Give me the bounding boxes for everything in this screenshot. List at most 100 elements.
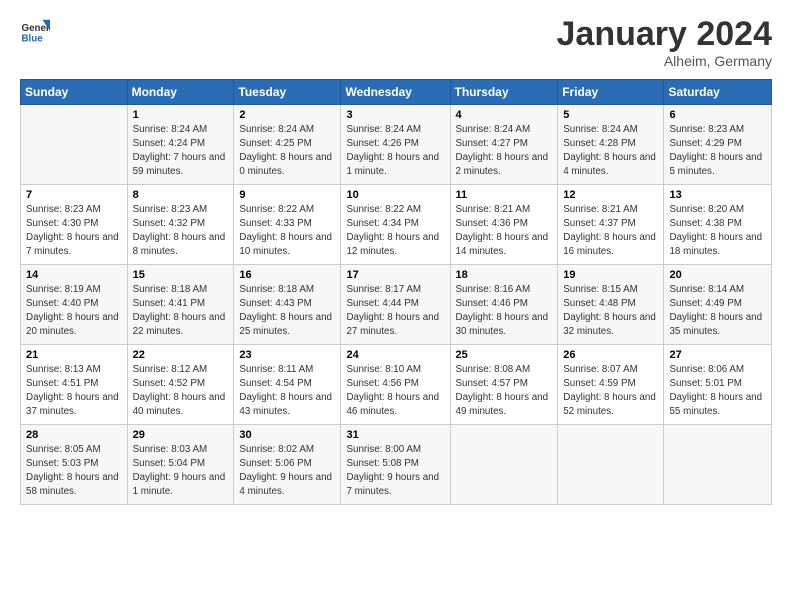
day-info: Sunrise: 8:17 AMSunset: 4:44 PMDaylight:… bbox=[346, 283, 444, 338]
table-row: 11 Sunrise: 8:21 AMSunset: 4:36 PMDayligh… bbox=[450, 185, 558, 265]
table-row: 7Sunrise: 8:23 AMSunset: 4:30 PMDaylight… bbox=[21, 185, 128, 265]
day-info: Sunrise: 8:22 AMSunset: 4:33 PMDaylight:… bbox=[239, 203, 335, 258]
day-number: 1 bbox=[133, 109, 229, 121]
table-row: 26 Sunrise: 8:07 AMSunset: 4:59 PMDayligh… bbox=[558, 345, 664, 425]
table-row: 24Sunrise: 8:10 AMSunset: 4:56 PMDayligh… bbox=[341, 345, 450, 425]
day-number: 5 bbox=[563, 109, 658, 121]
day-number: 10 bbox=[346, 189, 444, 201]
table-row: 25Sunrise: 8:08 AMSunset: 4:57 PMDayligh… bbox=[450, 345, 558, 425]
logo-icon: General Blue bbox=[20, 16, 50, 46]
day-number: 2 bbox=[239, 109, 335, 121]
day-number: 26 bbox=[563, 349, 658, 361]
table-row: 16 Sunrise: 8:18 AMSunset: 4:43 PMDayligh… bbox=[234, 265, 341, 345]
day-number: 3 bbox=[346, 109, 444, 121]
day-info: Sunrise: 8:10 AMSunset: 4:56 PMDaylight:… bbox=[346, 363, 444, 418]
calendar-table: Sunday Monday Tuesday Wednesday Thursday… bbox=[20, 79, 772, 505]
svg-text:General: General bbox=[22, 23, 51, 34]
table-row: 20 Sunrise: 8:14 AMSunset: 4:49 PMDayligh… bbox=[664, 265, 772, 345]
day-number: 7 bbox=[26, 189, 122, 201]
day-info: Sunrise: 8:24 AMSunset: 4:24 PMDaylight:… bbox=[133, 123, 229, 178]
day-info: Sunrise: 8:08 AMSunset: 4:57 PMDaylight:… bbox=[456, 363, 553, 418]
day-info: Sunrise: 8:24 AMSunset: 4:25 PMDaylight:… bbox=[239, 123, 335, 178]
table-row: 12Sunrise: 8:21 AMSunset: 4:37 PMDayligh… bbox=[558, 185, 664, 265]
day-number: 31 bbox=[346, 429, 444, 441]
col-friday: Friday bbox=[558, 80, 664, 105]
table-row: 21 Sunrise: 8:13 AMSunset: 4:51 PMDayligh… bbox=[21, 345, 128, 425]
table-row: 31 Sunrise: 8:00 AMSunset: 5:08 PMDayligh… bbox=[341, 425, 450, 505]
calendar-week-0: 1 Sunrise: 8:24 AMSunset: 4:24 PMDaylight… bbox=[21, 105, 772, 185]
day-number: 22 bbox=[133, 349, 229, 361]
header: General Blue January 2024 Alheim, German… bbox=[20, 16, 772, 69]
day-info: Sunrise: 8:21 AMSunset: 4:36 PMDaylight:… bbox=[456, 203, 553, 258]
day-info: Sunrise: 8:18 AMSunset: 4:41 PMDaylight:… bbox=[133, 283, 229, 338]
col-tuesday: Tuesday bbox=[234, 80, 341, 105]
day-number: 20 bbox=[669, 269, 766, 281]
day-info: Sunrise: 8:05 AMSunset: 5:03 PMDaylight:… bbox=[26, 443, 122, 498]
location: Alheim, Germany bbox=[557, 53, 773, 69]
day-number: 6 bbox=[669, 109, 766, 121]
day-info: Sunrise: 8:12 AMSunset: 4:52 PMDaylight:… bbox=[133, 363, 229, 418]
day-number: 23 bbox=[239, 349, 335, 361]
table-row: 4Sunrise: 8:24 AMSunset: 4:27 PMDaylight… bbox=[450, 105, 558, 185]
day-info: Sunrise: 8:23 AMSunset: 4:32 PMDaylight:… bbox=[133, 203, 229, 258]
col-wednesday: Wednesday bbox=[341, 80, 450, 105]
table-row: 3 Sunrise: 8:24 AMSunset: 4:26 PMDaylight… bbox=[341, 105, 450, 185]
table-row: 2 Sunrise: 8:24 AMSunset: 4:25 PMDaylight… bbox=[234, 105, 341, 185]
month-title: January 2024 bbox=[557, 16, 773, 53]
table-row: 29Sunrise: 8:03 AMSunset: 5:04 PMDayligh… bbox=[127, 425, 234, 505]
table-row bbox=[21, 105, 128, 185]
day-info: Sunrise: 8:18 AMSunset: 4:43 PMDaylight:… bbox=[239, 283, 335, 338]
table-row: 17 Sunrise: 8:17 AMSunset: 4:44 PMDayligh… bbox=[341, 265, 450, 345]
day-info: Sunrise: 8:21 AMSunset: 4:37 PMDaylight:… bbox=[563, 203, 658, 258]
day-info: Sunrise: 8:13 AMSunset: 4:51 PMDaylight:… bbox=[26, 363, 122, 418]
day-info: Sunrise: 8:15 AMSunset: 4:48 PMDaylight:… bbox=[563, 283, 658, 338]
col-monday: Monday bbox=[127, 80, 234, 105]
table-row bbox=[558, 425, 664, 505]
day-info: Sunrise: 8:24 AMSunset: 4:26 PMDaylight:… bbox=[346, 123, 444, 178]
svg-text:Blue: Blue bbox=[22, 34, 44, 45]
day-number: 21 bbox=[26, 349, 122, 361]
page: General Blue January 2024 Alheim, German… bbox=[0, 0, 792, 612]
day-info: Sunrise: 8:23 AMSunset: 4:29 PMDaylight:… bbox=[669, 123, 766, 178]
calendar-week-1: 7Sunrise: 8:23 AMSunset: 4:30 PMDaylight… bbox=[21, 185, 772, 265]
table-row: 28 Sunrise: 8:05 AMSunset: 5:03 PMDayligh… bbox=[21, 425, 128, 505]
day-info: Sunrise: 8:24 AMSunset: 4:28 PMDaylight:… bbox=[563, 123, 658, 178]
day-info: Sunrise: 8:22 AMSunset: 4:34 PMDaylight:… bbox=[346, 203, 444, 258]
day-info: Sunrise: 8:19 AMSunset: 4:40 PMDaylight:… bbox=[26, 283, 122, 338]
table-row: 5 Sunrise: 8:24 AMSunset: 4:28 PMDaylight… bbox=[558, 105, 664, 185]
table-row: 13Sunrise: 8:20 AMSunset: 4:38 PMDayligh… bbox=[664, 185, 772, 265]
table-row: 27Sunrise: 8:06 AMSunset: 5:01 PMDayligh… bbox=[664, 345, 772, 425]
day-info: Sunrise: 8:02 AMSunset: 5:06 PMDaylight:… bbox=[239, 443, 335, 498]
day-number: 30 bbox=[239, 429, 335, 441]
day-info: Sunrise: 8:14 AMSunset: 4:49 PMDaylight:… bbox=[669, 283, 766, 338]
day-info: Sunrise: 8:03 AMSunset: 5:04 PMDaylight:… bbox=[133, 443, 229, 498]
day-info: Sunrise: 8:11 AMSunset: 4:54 PMDaylight:… bbox=[239, 363, 335, 418]
day-info: Sunrise: 8:07 AMSunset: 4:59 PMDaylight:… bbox=[563, 363, 658, 418]
table-row: 10 Sunrise: 8:22 AMSunset: 4:34 PMDayligh… bbox=[341, 185, 450, 265]
table-row: 8 Sunrise: 8:23 AMSunset: 4:32 PMDaylight… bbox=[127, 185, 234, 265]
table-row: 23 Sunrise: 8:11 AMSunset: 4:54 PMDayligh… bbox=[234, 345, 341, 425]
day-info: Sunrise: 8:16 AMSunset: 4:46 PMDaylight:… bbox=[456, 283, 553, 338]
day-number: 4 bbox=[456, 109, 553, 121]
table-row: 19Sunrise: 8:15 AMSunset: 4:48 PMDayligh… bbox=[558, 265, 664, 345]
table-row: 18Sunrise: 8:16 AMSunset: 4:46 PMDayligh… bbox=[450, 265, 558, 345]
day-number: 9 bbox=[239, 189, 335, 201]
day-number: 15 bbox=[133, 269, 229, 281]
table-row: 1 Sunrise: 8:24 AMSunset: 4:24 PMDaylight… bbox=[127, 105, 234, 185]
day-number: 8 bbox=[133, 189, 229, 201]
day-number: 27 bbox=[669, 349, 766, 361]
table-row: 15 Sunrise: 8:18 AMSunset: 4:41 PMDayligh… bbox=[127, 265, 234, 345]
calendar-week-3: 21 Sunrise: 8:13 AMSunset: 4:51 PMDayligh… bbox=[21, 345, 772, 425]
table-row: 9 Sunrise: 8:22 AMSunset: 4:33 PMDaylight… bbox=[234, 185, 341, 265]
table-row: 6 Sunrise: 8:23 AMSunset: 4:29 PMDaylight… bbox=[664, 105, 772, 185]
title-block: January 2024 Alheim, Germany bbox=[557, 16, 773, 69]
header-row: Sunday Monday Tuesday Wednesday Thursday… bbox=[21, 80, 772, 105]
day-number: 28 bbox=[26, 429, 122, 441]
day-number: 17 bbox=[346, 269, 444, 281]
day-number: 11 bbox=[456, 189, 553, 201]
calendar-week-2: 14Sunrise: 8:19 AMSunset: 4:40 PMDayligh… bbox=[21, 265, 772, 345]
col-sunday: Sunday bbox=[21, 80, 128, 105]
col-thursday: Thursday bbox=[450, 80, 558, 105]
day-number: 16 bbox=[239, 269, 335, 281]
day-info: Sunrise: 8:00 AMSunset: 5:08 PMDaylight:… bbox=[346, 443, 444, 498]
